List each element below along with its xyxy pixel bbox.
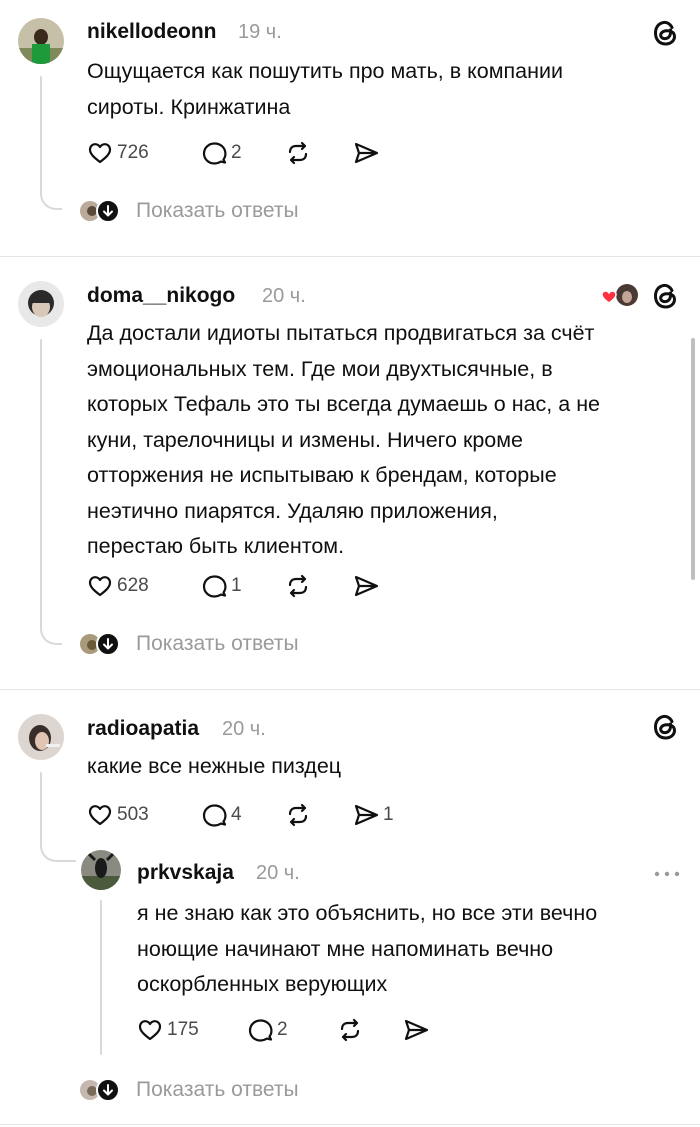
repost-button[interactable]	[284, 138, 312, 168]
share-button[interactable]	[352, 571, 380, 601]
username[interactable]: radioapatia	[87, 717, 199, 741]
reply-button[interactable]: 4	[200, 800, 242, 830]
thread-curve	[40, 623, 62, 645]
like-count: 628	[117, 575, 149, 596]
share-button[interactable]	[352, 138, 380, 168]
repost-button[interactable]	[284, 800, 312, 830]
timestamp: 20 ч.	[256, 862, 300, 884]
post-text-line: сироты. Кринжатина	[87, 94, 291, 119]
repost-button[interactable]	[284, 571, 312, 601]
show-replies-label: Показать ответы	[136, 632, 299, 655]
more-options-icon[interactable]	[652, 866, 682, 877]
heart-icon	[88, 143, 112, 164]
send-icon	[404, 1019, 429, 1041]
avatar[interactable]	[18, 281, 64, 327]
like-count: 503	[117, 804, 149, 825]
threads-icon[interactable]	[650, 18, 680, 48]
show-replies[interactable]: Показать ответы	[78, 629, 299, 659]
username[interactable]: prkvskaja	[137, 861, 234, 885]
thread-line	[40, 76, 42, 190]
thread-line	[100, 900, 102, 1055]
scrollbar[interactable]	[691, 338, 695, 580]
send-icon	[354, 142, 379, 164]
post-text: какие все нежные пиздец	[87, 749, 341, 785]
thread-line	[40, 772, 42, 842]
reply-avatars	[78, 632, 122, 656]
arrow-down-icon	[96, 1078, 120, 1102]
arrow-down-icon	[96, 632, 120, 656]
post-text-line: которых Тефаль это ты всегда думаешь о н…	[87, 392, 601, 416]
liked-by-indicator	[600, 281, 640, 311]
threads-icon[interactable]	[650, 712, 680, 742]
reply-count: 2	[231, 142, 242, 163]
show-replies[interactable]: Показать ответы	[78, 1075, 299, 1105]
threads-icon[interactable]	[650, 281, 680, 311]
post-nikellodeonn: nikellodeonn 19 ч. Ощущается как пошутит…	[0, 0, 700, 256]
reply-count: 4	[231, 804, 242, 825]
share-button[interactable]	[402, 1015, 430, 1045]
post-text-line: ноющие начинают мне напоминать вечно	[137, 936, 554, 961]
post-text: Ощущается как пошутить про мать, в компа…	[87, 54, 563, 125]
reply-avatars	[78, 199, 122, 223]
reply-button[interactable]: 2	[246, 1015, 288, 1045]
timestamp: 20 ч.	[262, 285, 306, 307]
reply-button[interactable]: 2	[200, 138, 242, 168]
reply-count: 2	[277, 1019, 288, 1040]
reply-button[interactable]: 1	[200, 571, 242, 601]
timestamp: 20 ч.	[222, 718, 266, 740]
reply-avatars	[78, 1078, 122, 1102]
send-icon	[354, 575, 379, 597]
post-text-line: Да достали идиоты пытаться продвигаться …	[87, 321, 595, 345]
show-replies[interactable]: Показать ответы	[78, 196, 299, 226]
like-button[interactable]: 628	[86, 571, 149, 601]
post-text-line: неэтично пиарятся. Удаляю приложения,	[87, 498, 498, 523]
thread-curve	[40, 840, 76, 862]
show-replies-label: Показать ответы	[136, 1078, 299, 1101]
post-radioapatia: radioapatia 20 ч. какие все нежные пизде…	[0, 690, 700, 1127]
share-count: 1	[383, 804, 394, 825]
repost-icon	[288, 141, 308, 165]
repost-icon	[340, 1018, 360, 1042]
post-doma__nikogo: doma__nikogo 20 ч. Да достали идиоты пыт…	[0, 257, 700, 689]
arrow-down-icon	[96, 199, 120, 223]
post-text-line: эмоциональных тем. Где мои двухтысячные,…	[87, 356, 553, 381]
like-button[interactable]: 726	[86, 138, 149, 168]
thread-curve	[40, 188, 62, 210]
repost-icon	[288, 803, 308, 827]
post-text-line: какие все нежные пиздец	[87, 754, 342, 778]
show-replies-label: Показать ответы	[136, 199, 299, 222]
post-text-line: куни, тарелочницы и измены. Ничего кроме	[87, 427, 524, 452]
avatar[interactable]	[18, 714, 64, 760]
post-text-line: оскорбленных верующих	[137, 972, 388, 996]
heart-icon	[88, 576, 112, 597]
reply-count: 1	[231, 575, 242, 596]
post-text-line: я не знаю как это объяснить, но все эти …	[137, 901, 598, 925]
post-text-line: отторжения не испытываю к брендам, котор…	[87, 463, 557, 487]
username[interactable]: doma__nikogo	[87, 284, 235, 308]
comment-icon	[202, 575, 227, 598]
heart-icon	[138, 1020, 162, 1041]
like-count: 726	[117, 142, 149, 163]
like-count: 175	[167, 1019, 199, 1040]
repost-button[interactable]	[336, 1015, 364, 1045]
heart-icon	[88, 805, 112, 826]
avatar[interactable]	[18, 18, 64, 64]
post-text-line: перестаю быть клиентом.	[87, 534, 345, 558]
comment-icon	[202, 804, 227, 827]
post-text: я не знаю как это объяснить, но все эти …	[137, 896, 597, 1003]
avatar[interactable]	[81, 850, 121, 890]
like-button[interactable]: 503	[86, 800, 149, 830]
thread-line	[40, 339, 42, 629]
post-text-line: Ощущается как пошутить про мать, в компа…	[87, 59, 564, 83]
share-button[interactable]: 1	[352, 800, 394, 830]
divider	[0, 1124, 700, 1125]
comment-icon	[202, 142, 227, 165]
repost-icon	[288, 574, 308, 598]
username[interactable]: nikellodeonn	[87, 20, 217, 44]
comment-icon	[248, 1019, 273, 1042]
send-icon	[354, 804, 379, 826]
like-button[interactable]: 175	[136, 1015, 199, 1045]
timestamp: 19 ч.	[238, 21, 282, 43]
post-text: Да достали идиоты пытаться продвигаться …	[87, 316, 600, 565]
